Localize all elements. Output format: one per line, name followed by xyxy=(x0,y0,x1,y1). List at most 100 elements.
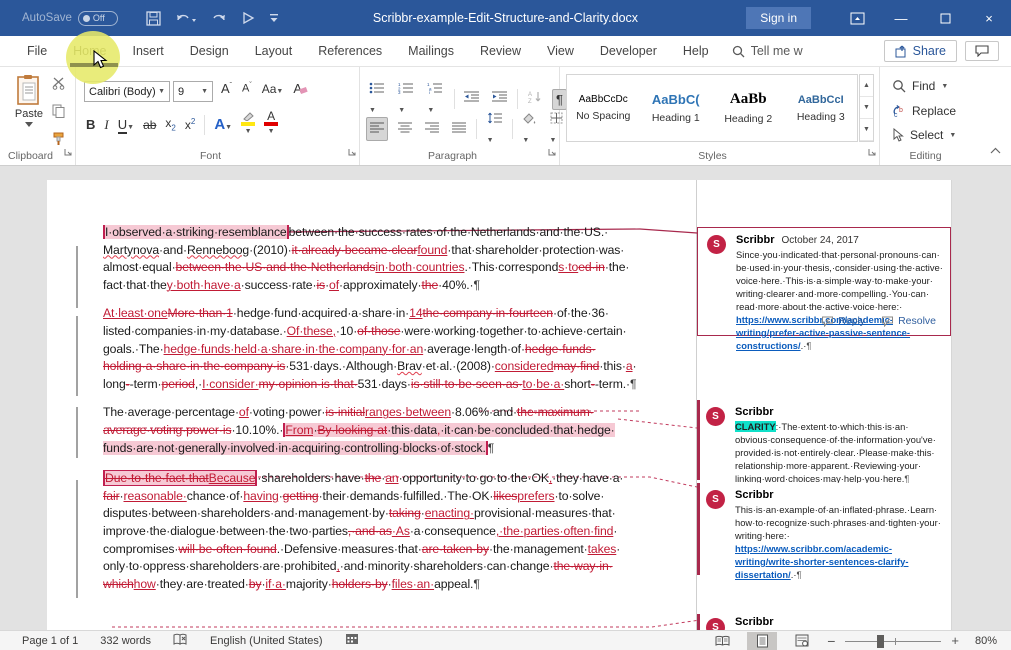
autosave-toggle[interactable]: AutoSave Off xyxy=(22,11,118,26)
style-heading-1[interactable]: AaBbC(Heading 1 xyxy=(640,75,713,141)
replace-button[interactable]: bc Replace xyxy=(892,104,956,118)
styles-more-button[interactable]: ▼ xyxy=(860,119,873,141)
font-size-combo[interactable]: 9▼ xyxy=(173,81,213,102)
close-button[interactable]: × xyxy=(967,0,1011,36)
comment-card-3[interactable]: S Scribbr This·​is·​an·​example·​of·​an·… xyxy=(697,483,951,575)
shading-button[interactable]: ▼ xyxy=(519,109,539,149)
paste-button[interactable]: Paste xyxy=(8,74,50,146)
styles-scroll-down-button[interactable]: ▼ xyxy=(860,97,873,119)
zoom-slider[interactable] xyxy=(845,632,941,650)
paragraph-dialog-launcher[interactable] xyxy=(548,143,556,161)
select-button[interactable]: Select▼ xyxy=(892,128,956,142)
tab-developer[interactable]: Developer xyxy=(587,36,670,67)
zoom-in-button[interactable]: + xyxy=(951,633,959,648)
grow-font-button[interactable]: Aˆ xyxy=(221,81,232,96)
comment-card-1[interactable]: S ScribbrOctober 24, 2017 Since·​you·​in… xyxy=(697,227,951,336)
text-run: appeal. xyxy=(434,577,473,591)
proofing-status-icon[interactable] xyxy=(173,633,188,649)
minimize-button[interactable]: — xyxy=(879,0,923,36)
undo-button[interactable] xyxy=(175,11,197,25)
read-mode-button[interactable] xyxy=(707,632,737,650)
save-button[interactable] xyxy=(146,11,161,26)
sort-button[interactable]: AZ xyxy=(525,88,545,110)
redo-button[interactable] xyxy=(211,11,227,25)
page-indicator[interactable]: Page 1 of 1 xyxy=(22,635,78,647)
print-layout-button[interactable] xyxy=(747,632,777,650)
cut-button[interactable] xyxy=(52,77,67,95)
deleted-text: may·​find xyxy=(553,359,599,373)
increase-indent-button[interactable] xyxy=(489,88,510,110)
zoom-slider-thumb[interactable] xyxy=(877,635,884,648)
text-run: ·​hedge·​fund·​acquired·​a·​share·​in·​ xyxy=(233,306,409,320)
decrease-indent-button[interactable] xyxy=(461,88,482,110)
resolve-button[interactable]: Resolve xyxy=(881,315,936,327)
language-indicator[interactable]: English (United States) xyxy=(210,635,323,647)
maximize-button[interactable] xyxy=(923,0,967,36)
style-heading-2[interactable]: AaBbHeading 2 xyxy=(712,75,785,141)
macro-record-icon[interactable] xyxy=(345,633,359,648)
bold-button[interactable]: B xyxy=(86,117,95,132)
style-no-spacing[interactable]: AaBbCcDcNo Spacing xyxy=(567,75,640,141)
copy-button[interactable] xyxy=(52,104,67,123)
font-color-button[interactable]: A▼ xyxy=(264,112,278,138)
word-count[interactable]: 332 words xyxy=(100,635,151,647)
tab-mailings[interactable]: Mailings xyxy=(395,36,467,67)
share-button[interactable]: Share xyxy=(884,40,957,62)
text-highlight-button[interactable]: ▼ xyxy=(241,111,255,138)
subscript-button[interactable]: x2 xyxy=(165,116,175,132)
font-group-label: Font xyxy=(76,150,345,162)
italic-button[interactable]: I xyxy=(104,117,108,133)
styles-dialog-launcher[interactable] xyxy=(868,143,876,161)
clipboard-dialog-launcher[interactable] xyxy=(64,143,72,161)
zoom-out-button[interactable]: − xyxy=(827,633,835,649)
text-effects-button[interactable]: A▼ xyxy=(214,116,232,133)
deleted-text: of·​those xyxy=(357,324,400,338)
align-right-button[interactable] xyxy=(422,118,442,140)
justify-button[interactable] xyxy=(449,118,469,140)
tab-review[interactable]: Review xyxy=(467,36,534,67)
comment-card-2[interactable]: S Scribbr CLARITY:·​The·​extent·​to·​whi… xyxy=(697,400,951,480)
clear-formatting-button[interactable]: A xyxy=(293,81,307,96)
shrink-font-button[interactable]: Aˇ xyxy=(242,82,252,95)
web-layout-button[interactable] xyxy=(787,632,817,650)
autosave-pill[interactable]: Off xyxy=(78,11,118,26)
font-name-combo[interactable]: Calibri (Body)▼ xyxy=(84,81,170,102)
comment-link[interactable]: https://www.scribbr.com/academic-writing… xyxy=(735,543,908,580)
text-run: ·​shareholders·​have·​ xyxy=(257,471,364,485)
tab-references[interactable]: References xyxy=(305,36,395,67)
underline-button[interactable]: U▼ xyxy=(118,117,134,132)
comment-card-4[interactable]: S Scribbr CLARITY xyxy=(697,614,951,630)
tab-insert[interactable]: Insert xyxy=(120,36,177,67)
tell-me-box[interactable]: Tell me w xyxy=(732,44,809,58)
tab-help[interactable]: Help xyxy=(670,36,722,67)
strikethrough-button[interactable]: ab xyxy=(143,118,156,132)
line-spacing-button[interactable]: ▼ xyxy=(484,109,505,149)
ribbon-display-options-button[interactable] xyxy=(835,0,879,36)
document-text[interactable]: I·​observed·​a·​striking·​resemblancebet… xyxy=(103,224,637,604)
inserted-text: Because xyxy=(209,470,258,486)
collapse-ribbon-button[interactable] xyxy=(990,141,1001,159)
change-case-button[interactable]: Aa▼ xyxy=(262,82,284,96)
style-heading-3[interactable]: AaBbCcIHeading 3 xyxy=(785,75,858,141)
reply-button[interactable]: Reply xyxy=(821,315,865,327)
tab-home[interactable]: Home xyxy=(60,36,119,67)
align-left-button[interactable] xyxy=(366,117,388,141)
zoom-level[interactable]: 80% xyxy=(975,635,997,647)
superscript-button[interactable]: x2 xyxy=(185,117,195,132)
qat-play-button[interactable] xyxy=(241,11,255,25)
inserted-text: ·​As xyxy=(392,524,410,538)
customize-qat-button[interactable] xyxy=(269,12,279,24)
tab-layout[interactable]: Layout xyxy=(242,36,306,67)
tab-file[interactable]: File xyxy=(14,36,60,67)
ribbon-tabs: FileHomeInsertDesignLayoutReferencesMail… xyxy=(14,36,722,67)
tab-view[interactable]: View xyxy=(534,36,587,67)
font-dialog-launcher[interactable] xyxy=(348,143,356,161)
text-run: ·​they·​are·​treated·​ xyxy=(156,577,249,591)
comments-button[interactable] xyxy=(965,41,999,61)
find-button[interactable]: Find▼ xyxy=(892,79,948,93)
align-center-button[interactable] xyxy=(395,118,415,140)
sign-in-button[interactable]: Sign in xyxy=(746,7,811,29)
numbering-icon: 123 xyxy=(398,82,414,94)
tab-design[interactable]: Design xyxy=(177,36,242,67)
styles-scroll-up-button[interactable]: ▲ xyxy=(860,75,873,97)
